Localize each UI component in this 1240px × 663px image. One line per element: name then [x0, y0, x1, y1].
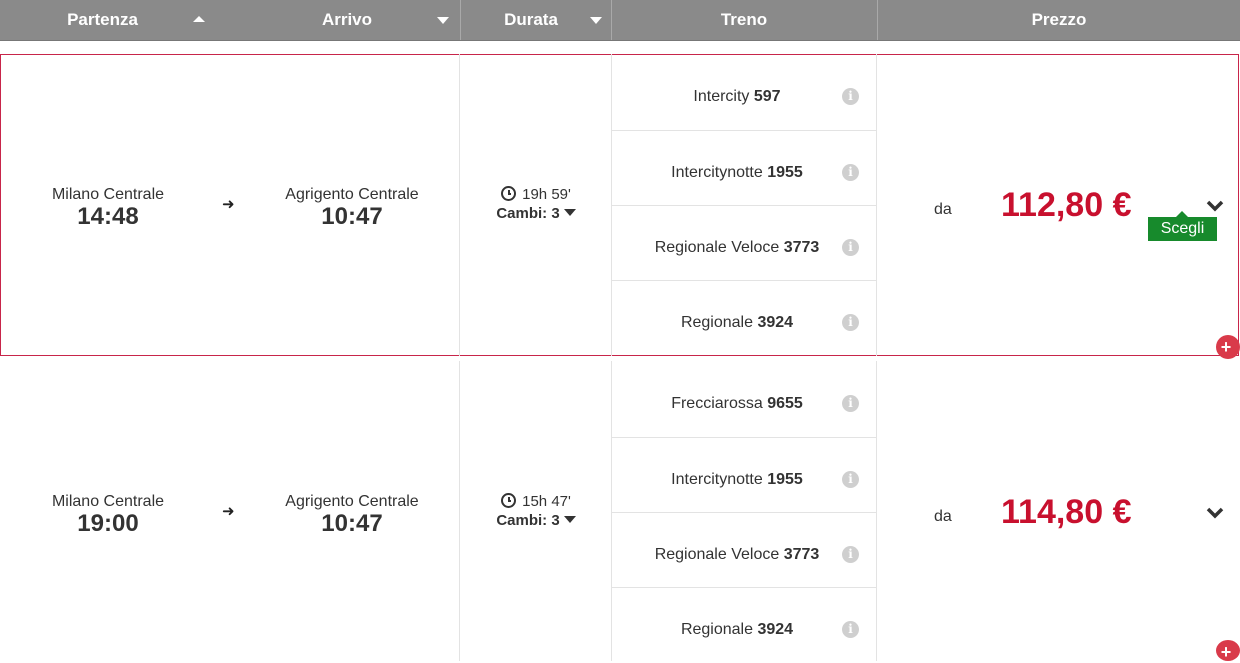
- train-label: Intercitynotte 1955: [612, 164, 862, 182]
- train-number: 9655: [767, 395, 803, 412]
- header-treno: Treno: [612, 0, 876, 40]
- train-type: Regionale: [680, 314, 753, 331]
- price: 112,80 €: [1001, 186, 1132, 224]
- train-number: 1955: [767, 164, 803, 181]
- duration-value: 15h 47': [522, 493, 571, 510]
- duration: 15h 47' Cambi: 3: [460, 493, 612, 529]
- clock-icon: [501, 186, 517, 201]
- changes-toggle[interactable]: Cambi: 3: [460, 512, 612, 529]
- train-type: Regionale: [680, 621, 753, 638]
- column-divider: [876, 54, 877, 356]
- train-number: 3773: [783, 546, 820, 563]
- duration: 19h 59' Cambi: 3: [460, 186, 612, 222]
- train-label: Regionale 3924: [612, 621, 862, 639]
- train-type: Intercitynotte: [671, 471, 763, 488]
- sort-asc-icon[interactable]: [193, 16, 205, 22]
- train-label: Regionale 3924: [612, 314, 862, 332]
- changes-label: Cambi: 3: [496, 512, 560, 529]
- train-number: 3773: [783, 239, 820, 256]
- departure: Milano Centrale 14:48: [0, 186, 218, 230]
- train-item: Regionale Veloce 3773 i: [612, 206, 876, 281]
- results-header: Partenza Arrivo Durata Treno Prezzo: [0, 0, 1240, 41]
- sort-desc-icon[interactable]: [437, 17, 449, 24]
- departure-station: Milano Centrale: [51, 186, 165, 203]
- train-item: Frecciarossa 9655 i: [612, 362, 876, 437]
- arrival-station: Agrigento Centrale: [285, 493, 419, 510]
- train-type: Regionale Veloce: [654, 239, 780, 256]
- train-type: Regionale Veloce: [654, 546, 780, 563]
- train-number: 3924: [757, 314, 794, 331]
- train-item: Regionale 3924 i: [612, 588, 876, 663]
- info-icon[interactable]: i: [842, 164, 859, 181]
- header-partenza-label: Partenza: [67, 10, 138, 29]
- header-prezzo: Prezzo: [878, 0, 1240, 40]
- train-label: Frecciarossa 9655: [612, 395, 862, 413]
- info-icon[interactable]: i: [842, 395, 859, 412]
- train-number: 1955: [767, 471, 803, 488]
- changes-label: Cambi: 3: [496, 205, 560, 222]
- arrival: Agrigento Centrale 10:47: [242, 186, 462, 230]
- sort-partenza[interactable]: Partenza: [0, 0, 205, 40]
- train-label: Intercitynotte 1955: [612, 471, 862, 489]
- arrow-right-icon: ➜: [222, 196, 235, 213]
- plus-icon[interactable]: +: [1216, 335, 1240, 359]
- info-icon[interactable]: i: [842, 314, 859, 331]
- info-icon[interactable]: i: [842, 621, 859, 638]
- train-type: Intercity: [693, 88, 750, 105]
- caret-down-icon: [563, 516, 576, 523]
- train-number: 597: [753, 88, 781, 105]
- train-type: Frecciarossa: [671, 395, 763, 412]
- price-prefix: da: [934, 201, 952, 218]
- train-label: Regionale Veloce 3773: [612, 239, 862, 257]
- caret-down-icon: [563, 209, 576, 216]
- arrival-time: 10:47: [321, 203, 383, 230]
- price-prefix: da: [934, 508, 952, 525]
- train-label: Regionale Veloce 3773: [612, 546, 862, 564]
- header-arrivo-label: Arrivo: [321, 10, 373, 29]
- departure-time: 19:00: [77, 510, 139, 537]
- departure: Milano Centrale 19:00: [0, 493, 218, 537]
- info-icon[interactable]: i: [842, 546, 859, 563]
- train-type: Intercitynotte: [671, 164, 763, 181]
- train-item: Regionale Veloce 3773 i: [612, 513, 876, 588]
- train-item: Intercitynotte 1955 i: [612, 131, 876, 206]
- sort-desc-icon[interactable]: [590, 17, 602, 24]
- chevron-down-icon[interactable]: [1206, 506, 1224, 520]
- arrival-station: Agrigento Centrale: [285, 186, 419, 203]
- price: 114,80 €: [1001, 493, 1132, 531]
- train-item: Intercitynotte 1955 i: [612, 438, 876, 513]
- departure-time: 14:48: [77, 203, 139, 230]
- plus-icon[interactable]: +: [1216, 640, 1240, 661]
- train-item: Intercity 597 i: [612, 55, 876, 130]
- arrival-time: 10:47: [321, 510, 383, 537]
- changes-toggle[interactable]: Cambi: 3: [460, 205, 612, 222]
- duration-value: 19h 59': [522, 186, 571, 203]
- chevron-down-icon[interactable]: [1206, 199, 1224, 213]
- header-durata-label: Durata: [504, 10, 558, 29]
- sort-durata[interactable]: Durata: [461, 0, 601, 40]
- train-label: Intercity 597: [612, 88, 862, 106]
- header-treno-label: Treno: [720, 10, 768, 29]
- departure-station: Milano Centrale: [51, 493, 165, 510]
- arrival: Agrigento Centrale 10:47: [242, 493, 462, 537]
- choose-button[interactable]: Scegli: [1148, 211, 1217, 241]
- column-divider: [876, 361, 877, 661]
- info-icon[interactable]: i: [842, 239, 859, 256]
- info-icon[interactable]: i: [842, 471, 859, 488]
- header-prezzo-label: Prezzo: [1031, 10, 1087, 29]
- sort-arrivo[interactable]: Arrivo: [242, 0, 452, 40]
- train-item: Regionale 3924 i: [612, 281, 876, 356]
- train-number: 3924: [757, 621, 794, 638]
- info-icon[interactable]: i: [842, 88, 859, 105]
- arrow-right-icon: ➜: [222, 503, 235, 520]
- clock-icon: [501, 493, 517, 508]
